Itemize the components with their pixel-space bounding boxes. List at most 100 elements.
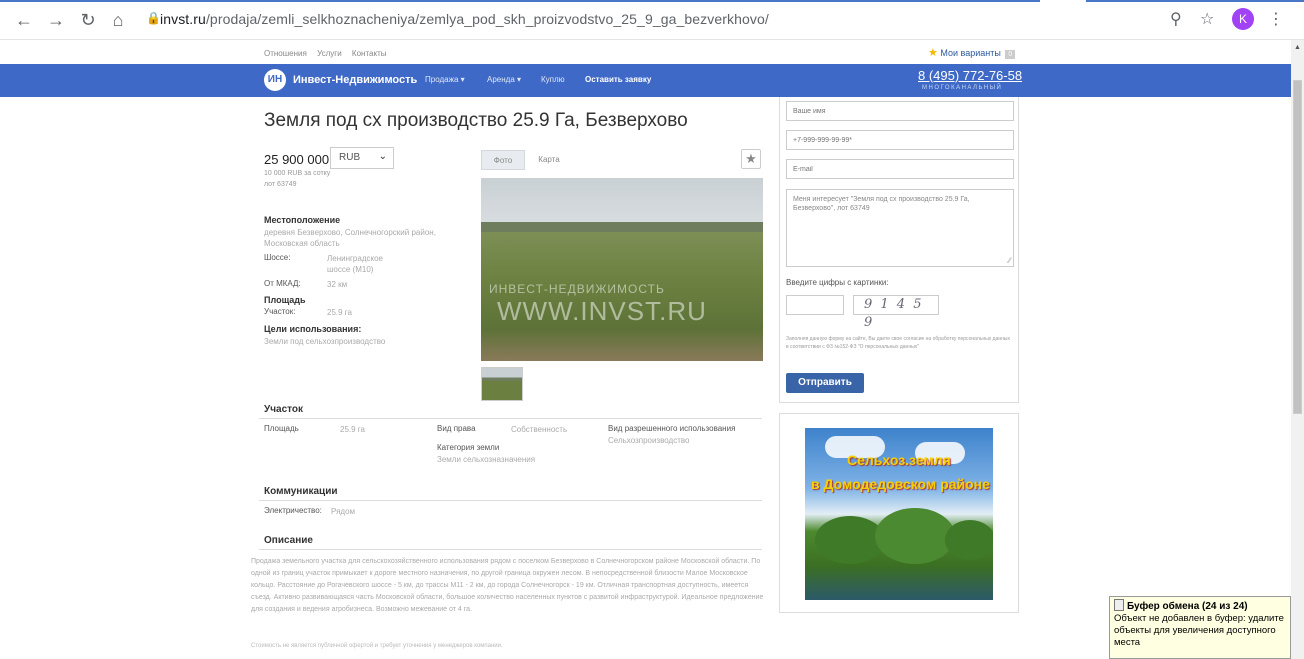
plot-area-label: Площадь bbox=[264, 424, 299, 433]
page-scrollbar[interactable]: ▲ bbox=[1291, 40, 1304, 659]
ad-subheadline: в Домодедовском районе bbox=[811, 476, 990, 492]
back-icon[interactable]: ← bbox=[12, 9, 36, 31]
brand-name[interactable]: Инвест-Недвижимость bbox=[293, 74, 417, 86]
captcha-label: Введите цифры с картинки: bbox=[786, 278, 889, 287]
right-type-label: Вид права bbox=[437, 424, 476, 433]
scroll-up-icon[interactable]: ▲ bbox=[1294, 44, 1301, 51]
toplink-relations[interactable]: Отношения bbox=[264, 49, 307, 58]
consent-text: Заполняя данную форму на сайте, Вы даете… bbox=[786, 336, 1010, 350]
divider bbox=[259, 549, 762, 550]
currency-value: RUB bbox=[339, 152, 361, 163]
land-category-value: Земли сельхозназначения bbox=[437, 455, 536, 464]
submit-button[interactable]: Отправить bbox=[786, 373, 864, 393]
electricity-value: Рядом bbox=[331, 507, 356, 516]
currency-select[interactable]: RUB ⌄ bbox=[330, 147, 394, 169]
captcha-input[interactable] bbox=[786, 295, 844, 315]
listing-photo[interactable]: ИНВЕСТ-НЕДВИЖИМОСТЬ WWW.INVST.RU bbox=[481, 178, 763, 361]
area-label: Площадь bbox=[264, 295, 306, 305]
my-variants-link[interactable]: ★ Мои варианты 0 bbox=[928, 46, 1016, 59]
lot-number: лот 63749 bbox=[264, 181, 297, 188]
logo-icon[interactable]: ИН bbox=[264, 69, 286, 91]
tab-photo[interactable]: Фото bbox=[481, 150, 525, 170]
ad-tree bbox=[875, 508, 955, 564]
plot-label: Участок: bbox=[264, 307, 296, 316]
profile-avatar[interactable]: K bbox=[1232, 8, 1254, 30]
location-label: Местоположение bbox=[264, 215, 341, 225]
contact-form: Меня интересует "Земля под сх производст… bbox=[779, 97, 1019, 403]
url-path: /prodaja/zemli_selkhoznacheniya/zemlya_p… bbox=[205, 11, 769, 27]
nav-rent[interactable]: Аренда ▾ bbox=[487, 75, 521, 84]
divider bbox=[259, 500, 762, 501]
message-text: Меня интересует "Земля под сх производст… bbox=[793, 196, 970, 212]
permitted-use-label: Вид разрешенного использования bbox=[608, 424, 736, 433]
menu-kebab-icon[interactable]: ⋮ bbox=[1268, 9, 1284, 29]
nav-sale[interactable]: Продажа ▾ bbox=[425, 75, 465, 84]
resize-grip-icon[interactable]: ∕∕ bbox=[1008, 256, 1011, 265]
plot-area-value: 25.9 га bbox=[340, 425, 365, 434]
photo-thumbnail[interactable] bbox=[481, 367, 523, 401]
price-disclaimer: Стоимость не является публичной офертой … bbox=[251, 643, 503, 649]
toplink-contacts[interactable]: Контакты bbox=[352, 49, 387, 58]
lock-icon[interactable]: 🔒 bbox=[146, 11, 161, 25]
section-plot-title: Участок bbox=[264, 404, 304, 415]
page-title: Земля под сх производство 25.9 Га, Безве… bbox=[264, 110, 688, 131]
photo-watermark-brand: ИНВЕСТ-НЕДВИЖИМОСТЬ bbox=[489, 282, 665, 296]
price-value: 25 900 000 bbox=[264, 152, 330, 167]
tab-map[interactable]: Карта bbox=[529, 150, 569, 170]
clipboard-icon bbox=[1114, 599, 1124, 611]
use-label: Цели использования: bbox=[264, 324, 362, 334]
name-input[interactable] bbox=[786, 101, 1014, 121]
url-host: invst.ru bbox=[160, 11, 206, 27]
clipboard-tooltip: Буфер обмена (24 из 24) Объект не добавл… bbox=[1109, 596, 1291, 659]
nav-buy[interactable]: Куплю bbox=[541, 75, 565, 84]
toplink-services[interactable]: Услуги bbox=[317, 49, 342, 58]
use-value: Земли под сельхозпроизводство bbox=[264, 337, 386, 346]
section-comm-title: Коммуникации bbox=[264, 486, 338, 497]
highway-value: Ленинградское шоссе (М10) bbox=[327, 254, 383, 274]
phone-number[interactable]: 8 (495) 772-76-58 bbox=[918, 68, 1022, 83]
ad-headline: Сельхоз.земля bbox=[847, 452, 951, 468]
reload-icon[interactable]: ↻ bbox=[76, 9, 100, 31]
top-links: Отношения Услуги Контакты bbox=[264, 49, 394, 58]
ad-banner[interactable]: Сельхоз.земля в Домодедовском районе bbox=[805, 428, 993, 600]
highway-label: Шоссе: bbox=[264, 253, 291, 262]
address-bar[interactable]: invst.ru/prodaja/zemli_selkhoznacheniya/… bbox=[160, 11, 769, 27]
browser-toolbar: ← → ↻ ⌂ 🔒 invst.ru/prodaja/zemli_selkhoz… bbox=[0, 0, 1304, 40]
forward-icon[interactable]: → bbox=[44, 9, 68, 31]
home-icon[interactable]: ⌂ bbox=[106, 9, 130, 31]
tab-strip-line bbox=[0, 0, 1040, 2]
site-header: ИН Инвест-Недвижимость Продажа ▾ Аренда … bbox=[0, 64, 1291, 97]
phone-input[interactable] bbox=[786, 130, 1014, 150]
captcha-image: 9 1 4 5 9 bbox=[853, 295, 939, 330]
clipboard-title: Буфер обмена (24 из 24) bbox=[1127, 601, 1248, 612]
electricity-label: Электричество: bbox=[264, 506, 322, 515]
divider bbox=[259, 418, 762, 419]
phone-subtitle: МНОГОКАНАЛЬНЫЙ bbox=[922, 85, 1003, 91]
scrollbar-thumb[interactable] bbox=[1293, 80, 1302, 414]
photo-watermark-url: WWW.INVST.RU bbox=[497, 296, 707, 326]
location-value: деревня Безверхово, Солнечногорский райо… bbox=[264, 228, 436, 248]
plot-value: 25.9 га bbox=[327, 308, 352, 317]
mkad-label: От МКАД: bbox=[264, 279, 301, 288]
price-per-unit: 10 000 RUB за сотку bbox=[264, 170, 331, 177]
right-type-value: Собственность bbox=[511, 425, 568, 434]
tab-strip-line-right bbox=[1086, 0, 1304, 2]
chevron-down-icon: ⌄ bbox=[378, 151, 387, 162]
photo-sky bbox=[481, 178, 763, 226]
leave-request-link[interactable]: Оставить заявку bbox=[585, 75, 651, 84]
clipboard-message: Объект не добавлен в буфер: удалите объе… bbox=[1114, 613, 1284, 648]
my-variants-label: Мои варианты bbox=[940, 48, 1001, 58]
permitted-use-value: Сельхозпроизводство bbox=[608, 436, 690, 445]
section-desc-title: Описание bbox=[264, 535, 313, 546]
my-variants-count: 0 bbox=[1005, 50, 1016, 59]
mkad-value: 32 км bbox=[327, 280, 348, 289]
description-text: Продажа земельного участка для сельскохо… bbox=[251, 558, 764, 613]
bookmark-star-icon[interactable]: ☆ bbox=[1200, 9, 1214, 29]
land-category-label: Категория земли bbox=[437, 443, 500, 452]
message-textarea[interactable]: Меня интересует "Земля под сх производст… bbox=[786, 189, 1014, 267]
star-icon: ★ bbox=[928, 47, 938, 59]
email-input[interactable] bbox=[786, 159, 1014, 179]
ad-tree bbox=[945, 520, 993, 560]
zoom-icon[interactable]: ⚲ bbox=[1170, 9, 1182, 29]
favorite-star-icon[interactable]: ★ bbox=[741, 149, 761, 169]
